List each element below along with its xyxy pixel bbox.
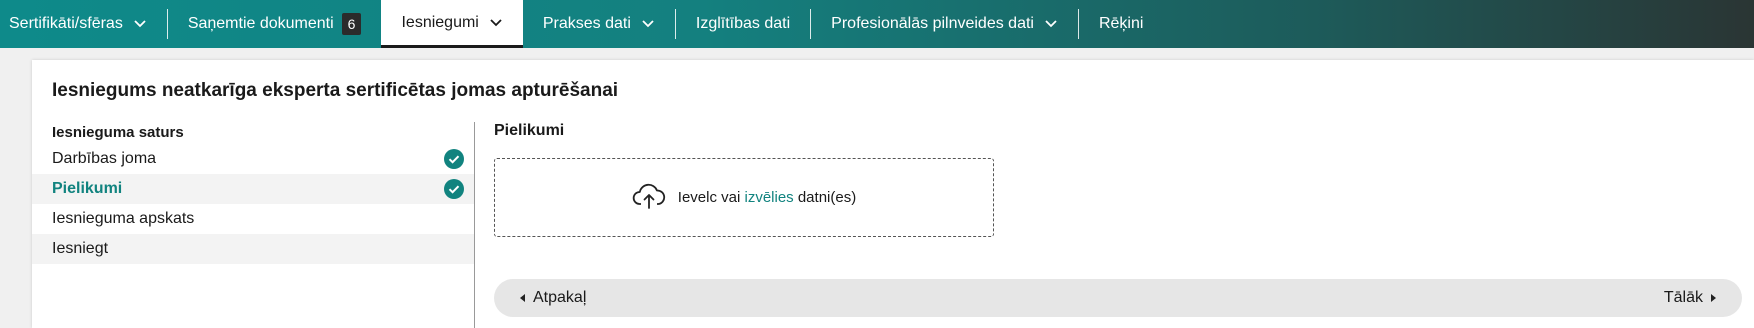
nav-item-label: Saņemtie dokumenti (187, 15, 334, 32)
count-badge: 6 (341, 13, 362, 35)
next-button[interactable]: Tālāk (1664, 279, 1716, 317)
chevron-down-icon (133, 19, 147, 29)
nav-item-label: Profesionālās pilnveides dati (831, 15, 1034, 32)
file-dropzone[interactable]: Ievelc vai izvēlies datni(es) (494, 158, 994, 237)
next-label: Tālāk (1663, 289, 1703, 306)
step-pager: Atpakaļ Tālāk (494, 279, 1742, 317)
dropzone-suffix: datni(es) (797, 189, 857, 206)
nav-item-profesionalas-pilnveides-dati[interactable]: Profesionālās pilnveides dati (811, 0, 1078, 48)
steps-heading: Iesnieguma saturs (52, 124, 184, 141)
caret-right-icon (1711, 293, 1716, 302)
nav-item-label: Iesniegumi (401, 13, 479, 31)
nav-item-label: Rēķini (1098, 15, 1144, 32)
check-circle-icon (444, 149, 464, 169)
dropzone-text: Ievelc vai izvēlies datni(es) (678, 189, 856, 206)
caret-left-icon (520, 293, 525, 302)
top-navigation: Sertifikāti/sfēras Saņemtie dokumenti 6 … (0, 0, 1754, 48)
nav-item-label: Izglītības dati (695, 15, 791, 32)
chevron-down-icon (1044, 19, 1058, 29)
nav-item-izglitibas-dati[interactable]: Izglītības dati (676, 0, 810, 48)
nav-item-iesniegumi[interactable]: Iesniegumi (381, 0, 523, 48)
steps-panel: Iesnieguma saturs Darbības joma Pielikum… (32, 122, 474, 264)
step-iesniegt[interactable]: Iesniegt (32, 234, 474, 264)
step-iesnieguma-apskats[interactable]: Iesnieguma apskats (32, 204, 474, 234)
chevron-down-icon (641, 19, 655, 29)
step-darbibas-joma[interactable]: Darbības joma (32, 144, 474, 174)
check-circle-icon (444, 179, 464, 199)
application-card: Iesniegums neatkarīga eksperta sertificē… (32, 60, 1754, 328)
panel-divider (474, 122, 475, 328)
page-title: Iesniegums neatkarīga eksperta sertificē… (52, 80, 619, 101)
nav-item-sanemtie-dokumenti[interactable]: Saņemtie dokumenti 6 (168, 0, 382, 48)
step-label: Iesnieguma apskats (52, 210, 195, 227)
nav-item-sertifikati[interactable]: Sertifikāti/sfēras (0, 0, 167, 48)
dropzone-prefix: Ievelc vai (677, 189, 741, 206)
nav-item-label: Sertifikāti/sfēras (9, 15, 123, 32)
step-label: Iesniegt (52, 240, 109, 257)
nav-item-prakses-dati[interactable]: Prakses dati (523, 0, 675, 48)
choose-files-link[interactable]: izvēlies (744, 189, 793, 206)
back-label: Atpakaļ (533, 289, 587, 306)
step-label: Darbības joma (52, 150, 157, 167)
nav-item-label: Prakses dati (542, 15, 631, 32)
step-pielikumi[interactable]: Pielikumi (32, 174, 474, 204)
chevron-down-icon (489, 18, 503, 28)
back-button[interactable]: Atpakaļ (520, 279, 586, 317)
cloud-upload-icon (632, 182, 666, 214)
nav-item-rekini[interactable]: Rēķini (1079, 0, 1163, 48)
step-label: Pielikumi (52, 180, 123, 197)
attachments-title: Pielikumi (494, 122, 565, 139)
